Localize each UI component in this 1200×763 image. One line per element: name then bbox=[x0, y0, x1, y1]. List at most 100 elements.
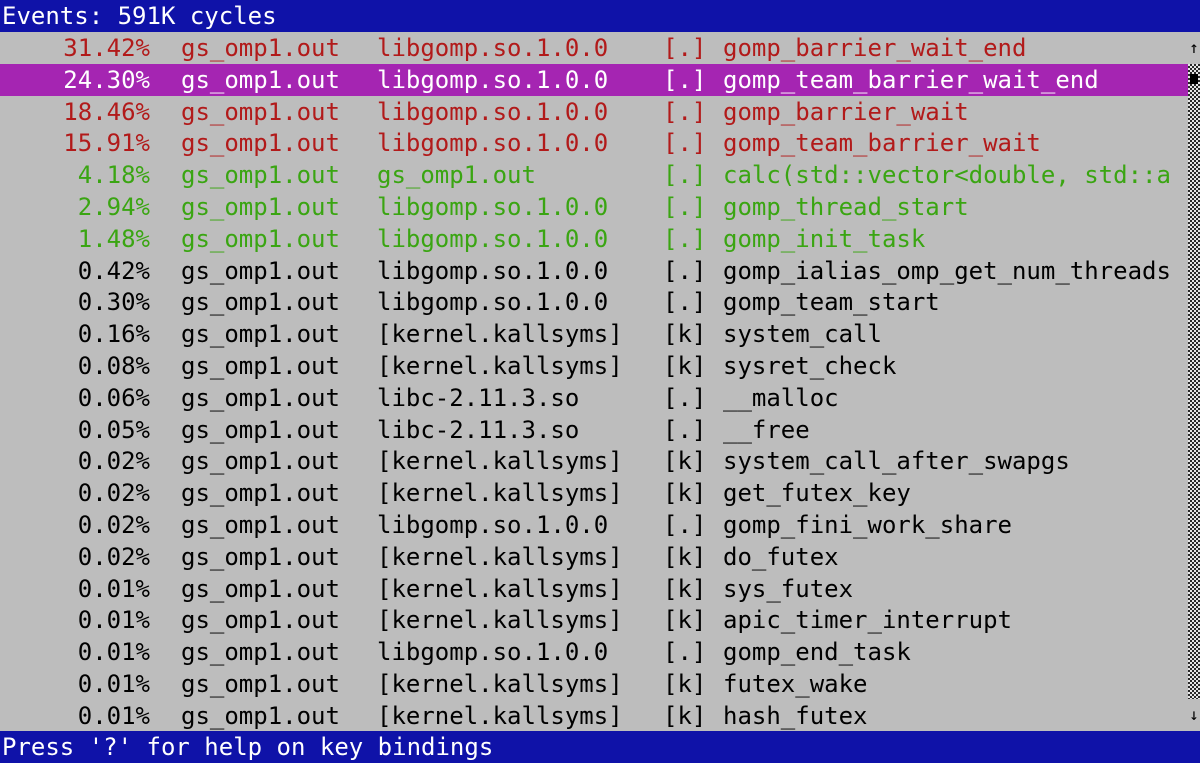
overhead-percent: 31.42% bbox=[63, 34, 150, 62]
privilege-level: [.] bbox=[663, 65, 707, 94]
command-name: gs_omp1.out bbox=[181, 479, 340, 508]
command-name: gs_omp1.out bbox=[181, 320, 340, 349]
shared-object: [kernel.kallsyms] bbox=[377, 701, 623, 730]
shared-object: libgomp.so.1.0.0 bbox=[377, 65, 609, 94]
privilege-level: [.] bbox=[663, 383, 707, 412]
table-row[interactable]: 0.02% gs_omp1.out [kernel.kallsyms] [k] do_f… bbox=[0, 541, 1188, 573]
scrollbar-thumb[interactable] bbox=[1190, 74, 1198, 84]
symbol-name: sys_futex bbox=[723, 574, 854, 603]
command-name: gs_omp1.out bbox=[181, 288, 340, 317]
shared-object: [kernel.kallsyms] bbox=[377, 670, 623, 698]
privilege-level: [k] bbox=[663, 701, 707, 730]
shared-object: [kernel.kallsyms] bbox=[377, 447, 623, 476]
overhead-percent: 1.48% bbox=[77, 224, 150, 253]
table-row[interactable]: 0.01% gs_omp1.out [kernel.kallsyms] [k] hash… bbox=[0, 700, 1188, 732]
events-header: Events: 591K cycles bbox=[0, 0, 1200, 32]
command-name: gs_omp1.out bbox=[181, 193, 340, 221]
command-name: gs_omp1.out bbox=[181, 97, 340, 126]
command-name: gs_omp1.out bbox=[181, 447, 340, 476]
privilege-level: [k] bbox=[663, 670, 707, 698]
shared-object: libgomp.so.1.0.0 bbox=[377, 224, 609, 253]
symbol-name: __free bbox=[723, 415, 810, 444]
scroll-up-icon[interactable]: ↑ bbox=[1188, 32, 1200, 64]
symbol-name: futex_wake bbox=[723, 670, 868, 698]
overhead-percent: 0.02% bbox=[77, 511, 150, 539]
table-row[interactable]: 18.46% gs_omp1.out libgomp.so.1.0.0 [.] gomp… bbox=[0, 96, 1188, 128]
privilege-level: [k] bbox=[663, 606, 707, 635]
command-name: gs_omp1.out bbox=[181, 352, 340, 380]
command-name: gs_omp1.out bbox=[181, 224, 340, 253]
overhead-percent: 0.01% bbox=[77, 574, 150, 603]
table-row[interactable]: 0.02% gs_omp1.out [kernel.kallsyms] [k] get_… bbox=[0, 477, 1188, 509]
table-row[interactable]: 0.06% gs_omp1.out libc-2.11.3.so [.] __mallo… bbox=[0, 382, 1188, 414]
table-row[interactable]: 0.16% gs_omp1.out [kernel.kallsyms] [k] syst… bbox=[0, 318, 1188, 350]
command-name: gs_omp1.out bbox=[181, 670, 340, 698]
shared-object: [kernel.kallsyms] bbox=[377, 352, 623, 380]
overhead-percent: 15.91% bbox=[63, 129, 150, 158]
shared-object: [kernel.kallsyms] bbox=[377, 606, 623, 635]
scrollbar[interactable]: ↑ ↓ bbox=[1188, 32, 1200, 731]
overhead-percent: 0.08% bbox=[77, 352, 150, 380]
table-row[interactable]: 0.05% gs_omp1.out libc-2.11.3.so [.] __free bbox=[0, 414, 1188, 446]
privilege-level: [k] bbox=[663, 542, 707, 571]
overhead-percent: 0.01% bbox=[77, 670, 150, 698]
privilege-level: [.] bbox=[663, 97, 707, 126]
symbol-name: do_futex bbox=[723, 542, 839, 571]
privilege-level: [.] bbox=[663, 34, 707, 62]
overhead-percent: 0.05% bbox=[77, 415, 150, 444]
scroll-down-icon[interactable]: ↓ bbox=[1188, 699, 1200, 731]
overhead-percent: 0.06% bbox=[77, 383, 150, 412]
symbol-name: gomp_team_start bbox=[723, 288, 940, 317]
symbol-name: gomp_team_barrier_wait_end bbox=[723, 65, 1099, 94]
command-name: gs_omp1.out bbox=[181, 701, 340, 730]
overhead-percent: 18.46% bbox=[63, 97, 150, 126]
privilege-level: [k] bbox=[663, 320, 707, 349]
table-row[interactable]: 0.42% gs_omp1.out libgomp.so.1.0.0 [.] gomp_… bbox=[0, 255, 1188, 287]
table-row[interactable]: 1.48% gs_omp1.out libgomp.so.1.0.0 [.] gomp_… bbox=[0, 223, 1188, 255]
shared-object: libgomp.so.1.0.0 bbox=[377, 34, 609, 62]
table-row[interactable]: 4.18% gs_omp1.out gs_omp1.out [.] calc(std::… bbox=[0, 159, 1188, 191]
symbol-name: apic_timer_interrupt bbox=[723, 606, 1012, 635]
command-name: gs_omp1.out bbox=[181, 161, 340, 190]
privilege-level: [.] bbox=[663, 638, 707, 667]
privilege-level: [.] bbox=[663, 224, 707, 253]
table-row[interactable]: 15.91% gs_omp1.out libgomp.so.1.0.0 [.] gomp… bbox=[0, 127, 1188, 159]
privilege-level: [k] bbox=[663, 479, 707, 508]
shared-object: libgomp.so.1.0.0 bbox=[377, 256, 609, 285]
table-row[interactable]: 0.01% gs_omp1.out [kernel.kallsyms] [k] apic… bbox=[0, 604, 1188, 636]
privilege-level: [k] bbox=[663, 352, 707, 380]
privilege-level: [k] bbox=[663, 447, 707, 476]
symbol-name: gomp_barrier_wait_end bbox=[723, 34, 1027, 62]
symbol-name: gomp_fini_work_share bbox=[723, 511, 1012, 539]
table-row[interactable]: 31.42% gs_omp1.out libgomp.so.1.0.0 [.] gomp… bbox=[0, 32, 1188, 64]
help-hint-bar: Press '?' for help on key bindings bbox=[0, 731, 1200, 763]
command-name: gs_omp1.out bbox=[181, 34, 340, 62]
table-row[interactable]: 0.01% gs_omp1.out [kernel.kallsyms] [k] fute… bbox=[0, 668, 1188, 700]
table-row[interactable]: 2.94% gs_omp1.out libgomp.so.1.0.0 [.] gomp_… bbox=[0, 191, 1188, 223]
overhead-percent: 0.30% bbox=[77, 288, 150, 317]
symbol-name: __malloc bbox=[723, 383, 839, 412]
table-row[interactable]: 0.08% gs_omp1.out [kernel.kallsyms] [k] sysr… bbox=[0, 350, 1188, 382]
table-row-selected[interactable]: 24.30% gs_omp1.out libgomp.so.1.0.0 [.] gomp… bbox=[0, 63, 1188, 96]
symbol-name: calc(std::vector<double, std::a bbox=[723, 161, 1171, 190]
overhead-percent: 0.01% bbox=[77, 638, 150, 667]
shared-object: gs_omp1.out bbox=[377, 161, 536, 190]
table-row[interactable]: 0.01% gs_omp1.out libgomp.so.1.0.0 [.] gomp_… bbox=[0, 636, 1188, 668]
overhead-percent: 0.02% bbox=[77, 542, 150, 571]
table-row[interactable]: 0.30% gs_omp1.out libgomp.so.1.0.0 [.] gomp_… bbox=[0, 286, 1188, 318]
symbol-name: get_futex_key bbox=[723, 479, 911, 508]
overhead-percent: 0.01% bbox=[77, 606, 150, 635]
overhead-percent: 0.02% bbox=[77, 479, 150, 508]
command-name: gs_omp1.out bbox=[181, 415, 340, 444]
symbol-name: gomp_init_task bbox=[723, 224, 926, 253]
privilege-level: [.] bbox=[663, 511, 707, 539]
command-name: gs_omp1.out bbox=[181, 65, 340, 94]
privilege-level: [k] bbox=[663, 574, 707, 603]
table-row[interactable]: 0.02% gs_omp1.out libgomp.so.1.0.0 [.] gomp_… bbox=[0, 509, 1188, 541]
overhead-percent: 24.30% bbox=[63, 65, 150, 94]
table-row[interactable]: 0.01% gs_omp1.out [kernel.kallsyms] [k] sys_… bbox=[0, 573, 1188, 605]
privilege-level: [.] bbox=[663, 415, 707, 444]
symbol-name: system_call_after_swapgs bbox=[723, 447, 1070, 476]
table-row[interactable]: 0.02% gs_omp1.out [kernel.kallsyms] [k] syst… bbox=[0, 445, 1188, 477]
shared-object: [kernel.kallsyms] bbox=[377, 320, 623, 349]
